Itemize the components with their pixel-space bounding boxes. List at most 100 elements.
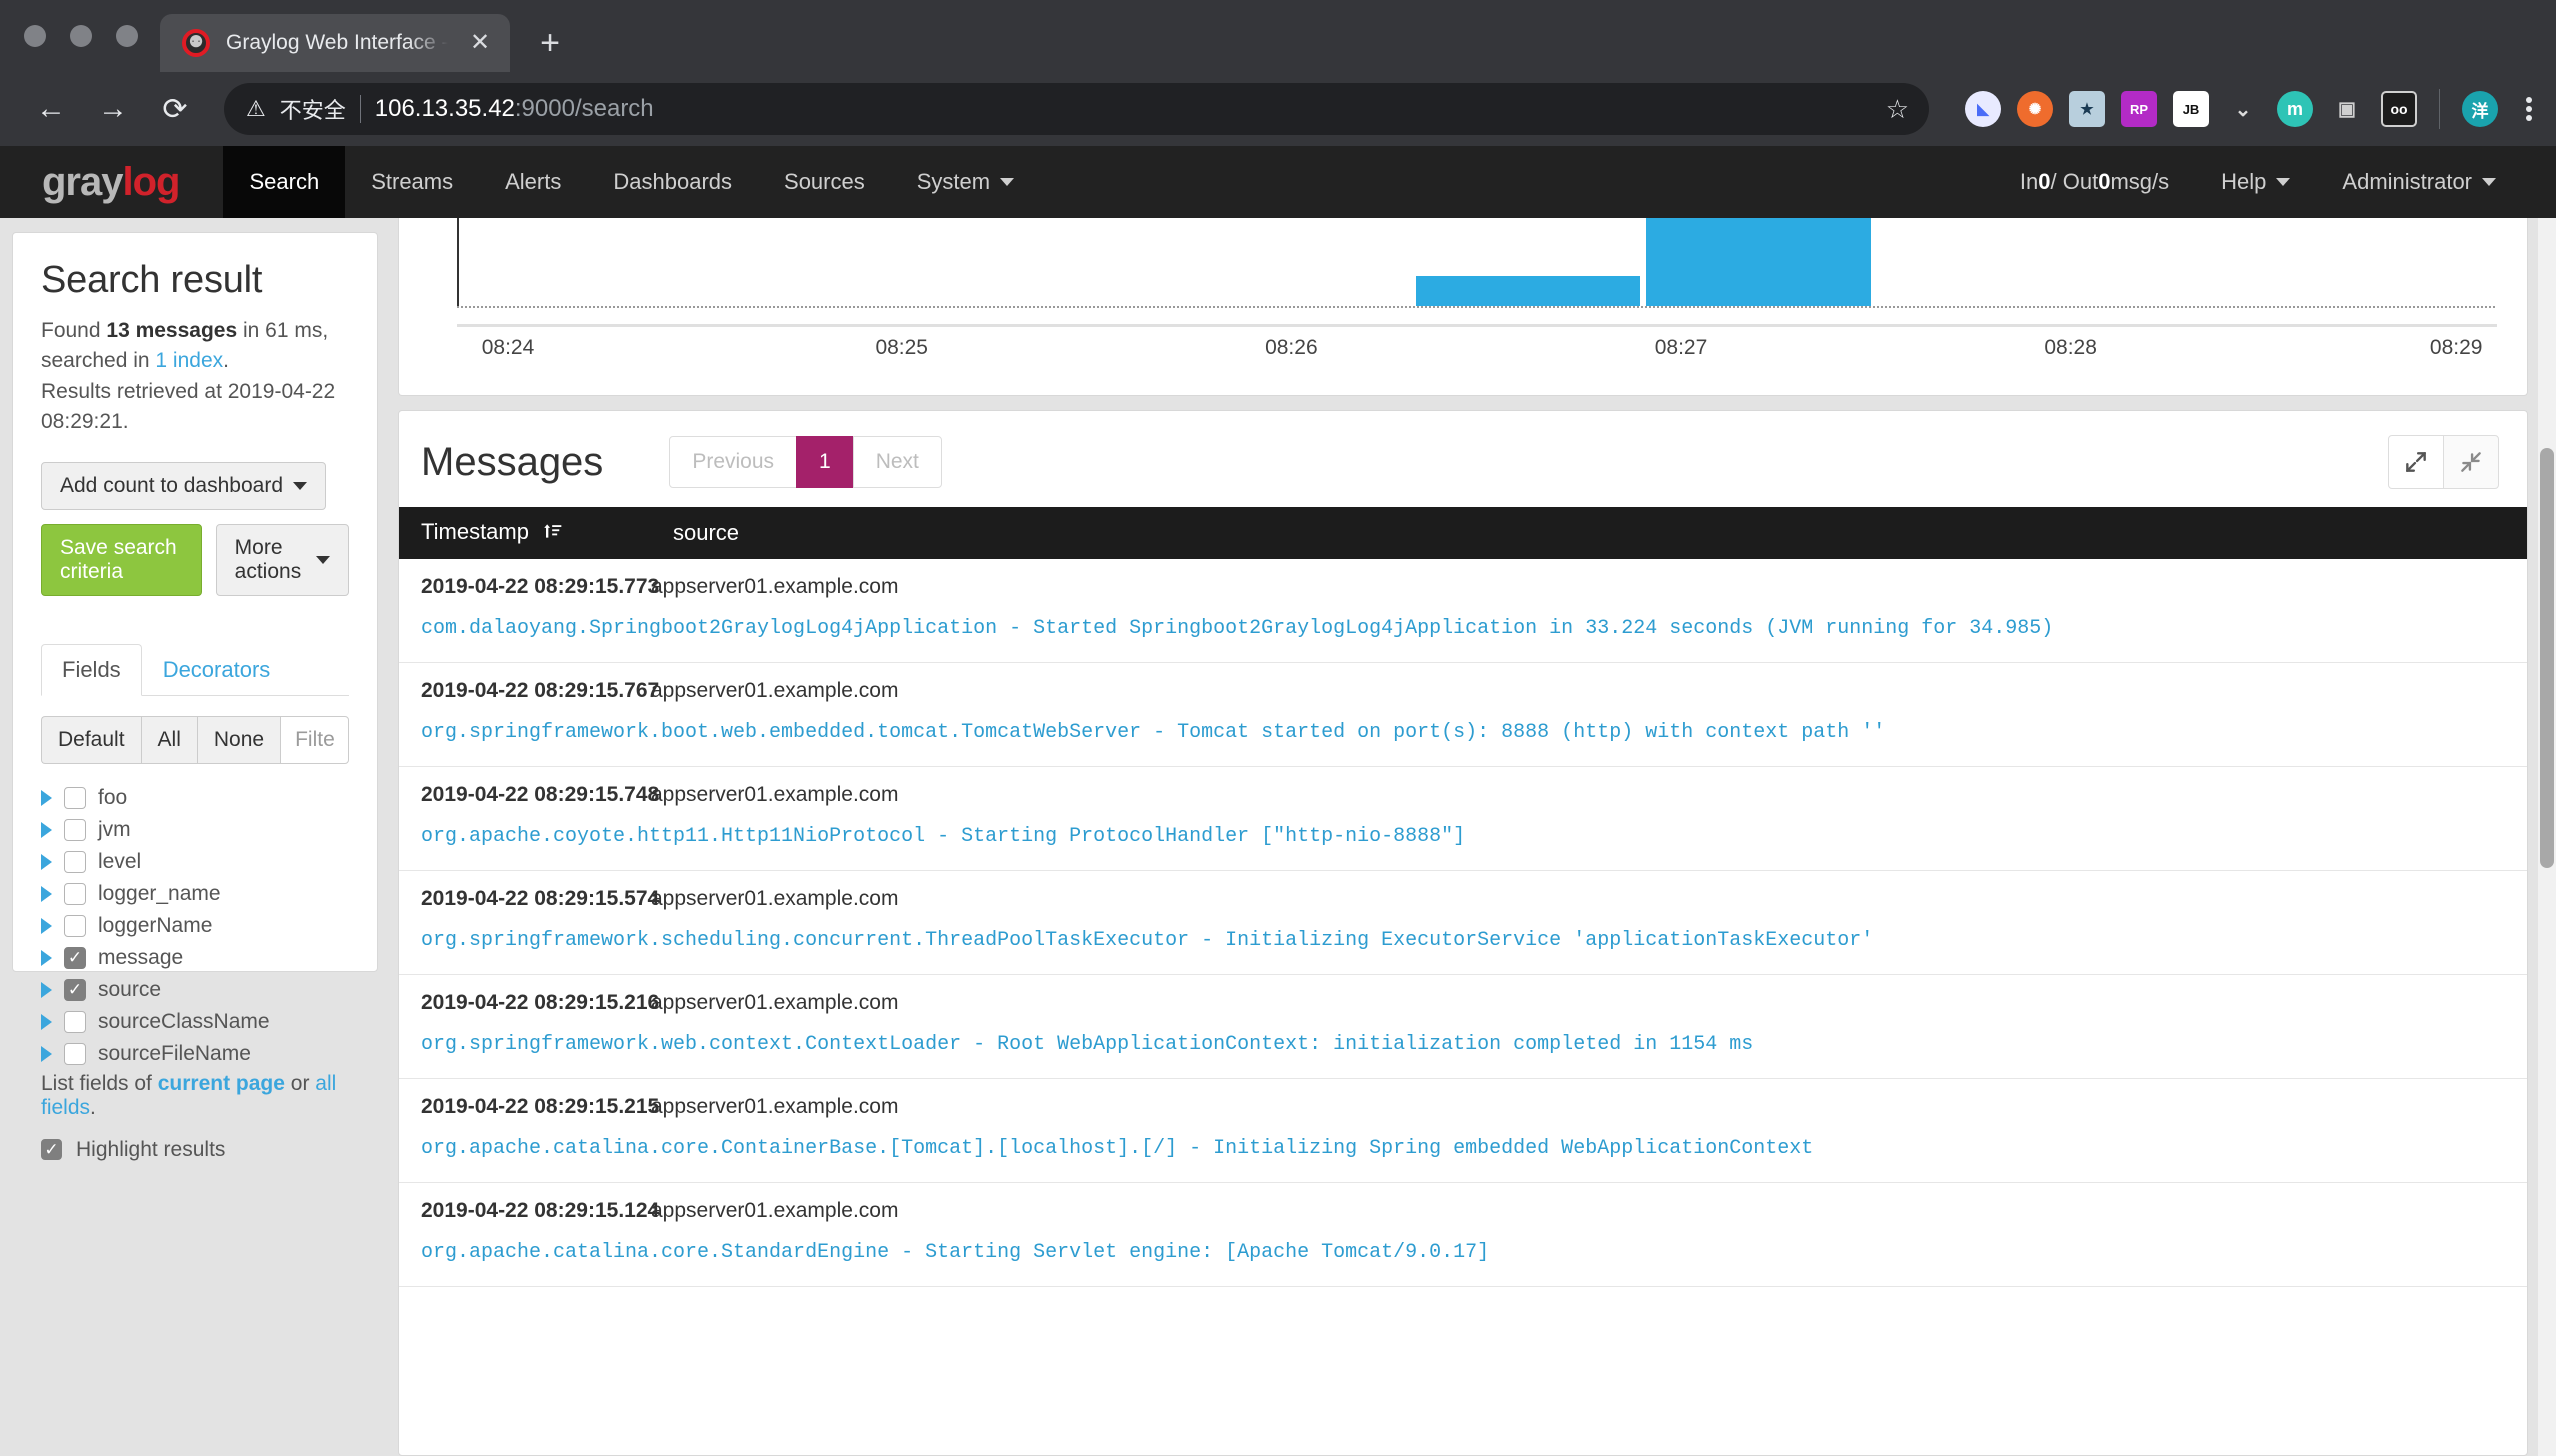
page-scrollbar[interactable] [2538,218,2556,1456]
next-page-button[interactable]: Next [853,436,942,488]
preset-all-button[interactable]: All [141,716,197,764]
table-row[interactable]: 2019-04-22 08:29:15.574 appserver01.exam… [399,871,2527,975]
window-controls [24,0,160,72]
current-page-link[interactable]: current page [158,1072,285,1095]
field-checkbox[interactable] [64,787,86,809]
message-body[interactable]: com.dalaoyang.Springboot2GraylogLog4jApp… [399,599,2527,663]
field-checkbox[interactable] [64,819,86,841]
expand-triangle-icon[interactable] [41,790,52,806]
field-checkbox[interactable] [64,915,86,937]
sort-amount-up-icon[interactable] [543,521,563,547]
table-row[interactable]: 2019-04-22 08:29:15.773 appserver01.exam… [399,559,2527,663]
new-tab-button[interactable]: + [540,26,560,72]
column-header-source[interactable]: source [651,507,2527,559]
graylog-logo[interactable]: graylog [0,146,223,218]
field-checkbox[interactable] [64,947,86,969]
bookmark-star-icon[interactable]: ☆ [1886,94,1909,125]
filter-fields-input[interactable] [280,716,349,764]
expand-triangle-icon[interactable] [41,1014,52,1030]
close-icon[interactable]: ✕ [464,31,496,55]
table-row[interactable]: 2019-04-22 08:29:15.767 appserver01.exam… [399,663,2527,767]
forward-icon[interactable]: → [86,82,140,136]
field-item-level[interactable]: level [41,848,349,876]
message-body[interactable]: org.springframework.web.context.ContextL… [399,1015,2527,1079]
goggles-extension-icon[interactable]: oo [2381,91,2417,127]
add-count-to-dashboard-button[interactable]: Add count to dashboard [41,462,326,510]
expand-triangle-icon[interactable] [41,854,52,870]
tab-decorators[interactable]: Decorators [142,644,292,696]
histogram-bar[interactable] [1416,276,1640,306]
field-item-source[interactable]: source [41,976,349,1004]
table-row[interactable]: 2019-04-22 08:29:15.748 appserver01.exam… [399,767,2527,871]
rp-extension-icon[interactable]: RP [2121,91,2157,127]
reload-icon[interactable]: ⟳ [148,82,202,136]
close-window-button[interactable] [24,25,46,47]
maximize-window-button[interactable] [116,25,138,47]
highlight-results-checkbox[interactable] [41,1139,62,1160]
nav-item-alerts[interactable]: Alerts [479,146,587,218]
field-checkbox[interactable] [64,883,86,905]
expand-triangle-icon[interactable] [41,822,52,838]
nav-item-streams[interactable]: Streams [345,146,479,218]
preset-none-button[interactable]: None [197,716,280,764]
field-checkbox[interactable] [64,851,86,873]
more-actions-button[interactable]: More actions [216,524,349,596]
browser-menu-icon[interactable] [2514,97,2532,121]
field-item-message[interactable]: message [41,944,349,972]
messages-table: Timestamp source 2019-04-22 08:29:15.77 [399,507,2527,1287]
minimize-window-button[interactable] [70,25,92,47]
expand-triangle-icon[interactable] [41,1046,52,1062]
highlight-results-row[interactable]: Highlight results [41,1138,349,1162]
bookmark-star-extension-icon[interactable]: ★ [2069,91,2105,127]
index-link[interactable]: 1 index [155,349,223,372]
kiwi-extension-icon[interactable]: ◣ [1965,91,2001,127]
save-search-criteria-button[interactable]: Save search criteria [41,524,202,596]
field-item-loggername[interactable]: loggerName [41,912,349,940]
table-row[interactable]: 2019-04-22 08:29:15.215 appserver01.exam… [399,1079,2527,1183]
expand-triangle-icon[interactable] [41,918,52,934]
jetbrains-extension-icon[interactable]: JB [2173,91,2209,127]
expand-triangle-icon[interactable] [41,886,52,902]
message-body[interactable]: org.apache.catalina.core.ContainerBase.[… [399,1119,2527,1183]
octopus-extension-icon[interactable]: ✺ [2017,91,2053,127]
field-checkbox[interactable] [64,1011,86,1033]
message-body[interactable]: org.apache.catalina.core.StandardEngine … [399,1223,2527,1287]
browser-tab-active[interactable]: ⚉ Graylog Web Interface - Search ✕ [160,14,510,72]
field-item-jvm[interactable]: jvm [41,816,349,844]
expand-triangle-icon[interactable] [41,950,52,966]
page-scrollbar-thumb[interactable] [2540,448,2554,868]
expand-triangle-icon[interactable] [41,982,52,998]
back-icon[interactable]: ← [24,82,78,136]
field-item-sourcefilename[interactable]: sourceFileName [41,1040,349,1068]
field-checkbox[interactable] [64,1043,86,1065]
nav-item-user[interactable]: Administrator [2316,169,2522,195]
message-body[interactable]: org.springframework.boot.web.embedded.to… [399,703,2527,767]
collapse-all-icon[interactable] [2443,435,2499,489]
throughput-prefix: In [2020,169,2038,195]
field-item-foo[interactable]: foo [41,784,349,812]
column-header-timestamp[interactable]: Timestamp [399,507,651,559]
nav-item-search[interactable]: Search [223,146,345,218]
previous-page-button[interactable]: Previous [669,436,797,488]
nav-item-sources[interactable]: Sources [758,146,891,218]
histogram-bar[interactable] [1646,218,1870,306]
field-item-logger-name[interactable]: logger_name [41,880,349,908]
qr-extension-icon[interactable]: ▣ [2329,91,2365,127]
table-row[interactable]: 2019-04-22 08:29:15.216 appserver01.exam… [399,975,2527,1079]
page-1-button[interactable]: 1 [796,436,854,488]
chevron-shield-extension-icon[interactable]: ⌄ [2225,91,2261,127]
profile-avatar[interactable]: 洋 [2462,91,2498,127]
message-body[interactable]: org.apache.coyote.http11.Http11NioProtoc… [399,807,2527,871]
nav-item-dashboards[interactable]: Dashboards [587,146,758,218]
table-row[interactable]: 2019-04-22 08:29:15.124 appserver01.exam… [399,1183,2527,1287]
message-body[interactable]: org.springframework.scheduling.concurren… [399,911,2527,975]
expand-all-icon[interactable] [2388,435,2444,489]
nav-item-help[interactable]: Help [2195,169,2316,195]
field-checkbox[interactable] [64,979,86,1001]
tab-fields[interactable]: Fields [41,644,142,696]
preset-default-button[interactable]: Default [41,716,141,764]
m-extension-icon[interactable]: m [2277,91,2313,127]
field-item-sourceclassname[interactable]: sourceClassName [41,1008,349,1036]
nav-item-system[interactable]: System [891,146,1040,218]
address-bar[interactable]: ⚠ 不安全 106.13.35.42:9000/search ☆ [224,83,1929,135]
